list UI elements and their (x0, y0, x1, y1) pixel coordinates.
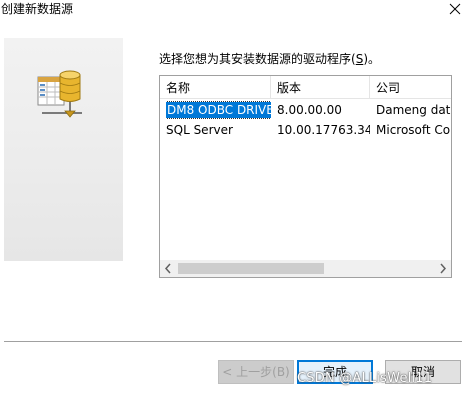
instruction-text-before: 选择您想为其安装数据源的驱动程序( (159, 52, 356, 66)
window-title: 创建新数据源 (1, 2, 74, 16)
instruction-text: 选择您想为其安装数据源的驱动程序(S)。 (159, 51, 380, 67)
column-header-version[interactable]: 版本 (271, 76, 370, 99)
column-header-name[interactable]: 名称 (160, 76, 271, 99)
watermark-text: CSDN @ALLisWell11 (297, 371, 433, 386)
horizontal-scrollbar[interactable] (160, 260, 451, 277)
close-icon[interactable] (446, 0, 464, 18)
scroll-left-icon[interactable] (160, 260, 177, 277)
driver-company-cell: Dameng datal (376, 103, 451, 117)
column-header-company[interactable]: 公司 (370, 76, 451, 99)
driver-name-cell: DM8 ODBC DRIVER (166, 100, 271, 120)
divider (4, 341, 462, 342)
back-button[interactable]: < 上一步(B) (218, 360, 294, 384)
list-header: 名称 版本 公司 (160, 76, 451, 99)
selected-driver-name: DM8 ODBC DRIVER (166, 101, 271, 119)
scroll-right-icon[interactable] (434, 260, 451, 277)
database-datasource-icon (36, 69, 84, 123)
title-bar: 创建新数据源 (0, 0, 474, 22)
list-item[interactable]: SQL Server 10.00.17763.3406 Microsoft Co… (160, 120, 451, 140)
driver-version-cell: 10.00.17763.3406 (277, 123, 370, 137)
driver-list[interactable]: 名称 版本 公司 DM8 ODBC DRIVER 8.00.00.00 Dame… (159, 75, 452, 278)
driver-company-cell: Microsoft Cor (376, 123, 451, 137)
driver-version-cell: 8.00.00.00 (277, 103, 342, 117)
list-item[interactable]: DM8 ODBC DRIVER 8.00.00.00 Dameng datal (160, 100, 451, 120)
wizard-side-panel (4, 38, 123, 261)
instruction-text-after: )。 (363, 52, 380, 66)
scrollbar-thumb[interactable] (178, 263, 324, 274)
driver-name-cell: SQL Server (166, 123, 233, 137)
